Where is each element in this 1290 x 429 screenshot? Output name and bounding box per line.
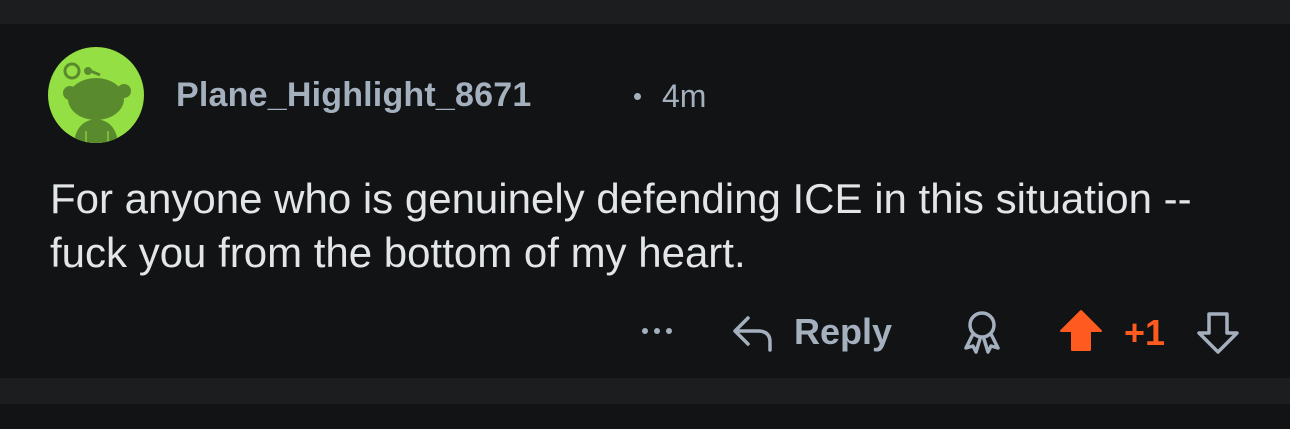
snoo-avatar-icon <box>48 47 144 143</box>
ellipsis-icon <box>642 328 648 334</box>
top-divider <box>0 0 1290 24</box>
bottom-divider <box>0 378 1290 404</box>
award-button[interactable] <box>960 308 1004 356</box>
next-comment-card <box>0 404 1290 429</box>
ellipsis-icon-dot <box>666 328 672 334</box>
comment-body: For anyone who is genuinely defending IC… <box>50 175 1192 276</box>
downvote-button[interactable] <box>1196 310 1240 356</box>
upvote-button[interactable] <box>1058 308 1104 354</box>
reply-arrow-icon <box>733 316 772 352</box>
reply-button[interactable]: Reply <box>730 308 910 356</box>
comment-timestamp: 4m <box>662 78 707 114</box>
award-icon <box>964 311 1000 354</box>
downvote-arrow-icon <box>1197 312 1239 354</box>
upvote-arrow-icon <box>1060 310 1102 351</box>
avatar[interactable] <box>48 47 144 143</box>
vote-score: +1 <box>1124 312 1166 353</box>
reply-label: Reply <box>794 311 893 352</box>
meta-separator-dot <box>634 93 641 100</box>
ellipsis-icon-dot <box>654 328 660 334</box>
comment-author[interactable]: Plane_Highlight_8671 <box>176 76 531 115</box>
more-options-button[interactable] <box>636 318 678 342</box>
